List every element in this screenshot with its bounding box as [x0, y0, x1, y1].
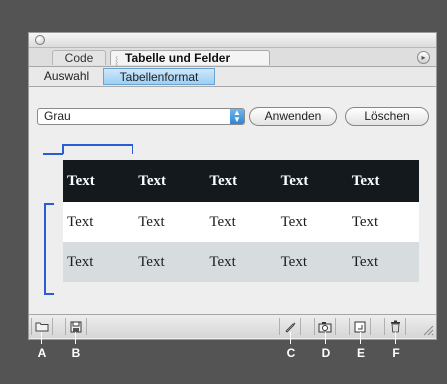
callout-line — [325, 332, 326, 344]
preview-cell: Text — [63, 160, 135, 202]
preview-cell: Text — [347, 242, 419, 282]
callout-line — [360, 332, 361, 344]
subtab-auswahl[interactable]: Auswahl — [33, 68, 100, 85]
callout-label-d: D — [321, 346, 331, 360]
format-select-value: Grau — [44, 109, 71, 123]
table-styles-panel: Code ⸾ Tabelle und Felder ▸ Auswahl Tabe… — [28, 32, 437, 340]
callout-line — [290, 332, 291, 344]
panel-titlebar[interactable] — [29, 33, 436, 48]
preview-cell: Text — [347, 202, 419, 242]
preview-row: Text Text Text Text Text — [63, 242, 419, 282]
folder-icon[interactable] — [31, 318, 53, 335]
column-bracket-icon — [43, 144, 133, 155]
preview-row: Text Text Text Text Text — [63, 202, 419, 242]
preview-cell: Text — [63, 242, 135, 282]
callout-label-f: F — [392, 346, 400, 360]
preview-cell: Text — [276, 160, 348, 202]
preview-cell: Text — [276, 202, 348, 242]
resize-grip-icon[interactable] — [422, 324, 434, 336]
callout-label-c: C — [286, 346, 296, 360]
close-icon[interactable] — [35, 35, 45, 45]
preview-cell: Text — [134, 160, 206, 202]
apply-button[interactable]: Anwenden — [249, 107, 337, 126]
row-bracket-icon — [44, 203, 54, 295]
tab-tabelle-und-felder[interactable]: ⸾ Tabelle und Felder — [110, 50, 270, 66]
tab-code[interactable]: Code — [52, 50, 106, 65]
callout-label-b: B — [71, 346, 81, 360]
preview-cell: Text — [205, 160, 277, 202]
callout-label-e: E — [356, 346, 365, 360]
callout-line — [75, 332, 76, 344]
preview-cell: Text — [347, 160, 419, 202]
callout-line — [395, 332, 396, 344]
format-select[interactable]: Grau ▲ ▼ — [37, 108, 245, 125]
panel-menu-icon[interactable]: ▸ — [417, 51, 430, 64]
delete-button[interactable]: Löschen — [345, 107, 429, 126]
preview-cell: Text — [134, 202, 206, 242]
updown-arrows-icon: ▲ ▼ — [230, 109, 244, 124]
preview-header-row: Text Text Text Text Text — [63, 160, 419, 202]
preview-cell: Text — [63, 202, 135, 242]
preview-cell: Text — [134, 242, 206, 282]
table-style-preview: Text Text Text Text Text Text Text Text … — [63, 160, 419, 282]
subtabs: Auswahl Tabellenformat — [29, 67, 436, 87]
panel-bottom-bar — [29, 314, 436, 338]
preview-cell: Text — [205, 242, 277, 282]
save-icon[interactable] — [65, 318, 87, 335]
panel-tabs: Code ⸾ Tabelle und Felder ▸ — [29, 48, 436, 67]
subtab-tabellenformat[interactable]: Tabellenformat — [103, 68, 215, 85]
preview-cell: Text — [276, 242, 348, 282]
preview-cell: Text — [205, 202, 277, 242]
callout-label-a: A — [37, 346, 47, 360]
callout-line — [41, 332, 42, 344]
tab-code-label: Code — [64, 51, 94, 65]
tab-tabelle-label: Tabelle und Felder — [125, 51, 231, 65]
